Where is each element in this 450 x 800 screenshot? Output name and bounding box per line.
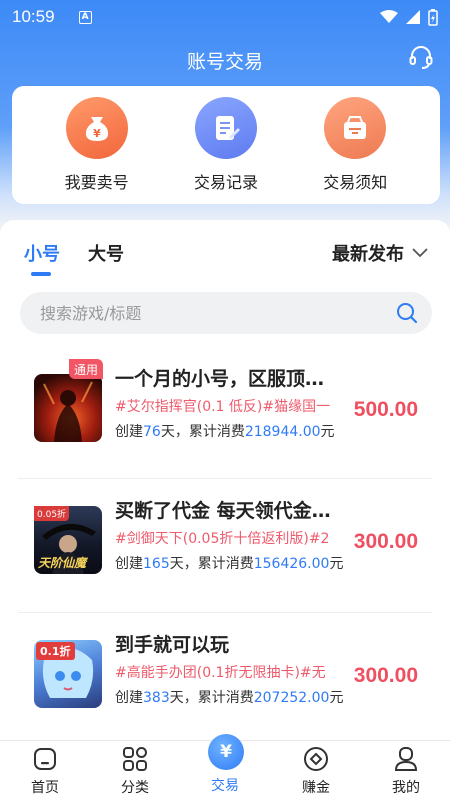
profile-icon bbox=[392, 745, 420, 773]
listing-spent: 207252.00 bbox=[253, 690, 330, 706]
tab-small-account[interactable]: 小号 bbox=[24, 240, 60, 266]
sort-label: 最新发布 bbox=[332, 244, 404, 265]
listing-tags: #艾尔指挥官(0.1 低反)#猫缘国一 bbox=[115, 399, 331, 415]
quick-action-notice[interactable]: 交易须知 bbox=[305, 97, 405, 193]
game-logo-text: 天阶仙魔 bbox=[38, 556, 87, 570]
listing-stats: 创建383天，累计消费207252.00元 bbox=[115, 690, 344, 706]
svg-text:¥: ¥ bbox=[93, 127, 101, 140]
listing-price: 300.00 bbox=[353, 530, 418, 553]
listing-stats: 创建76天，累计消费218944.00元 bbox=[115, 424, 335, 440]
game-thumbnail bbox=[34, 374, 102, 442]
listing-spent: 218944.00 bbox=[244, 424, 321, 440]
listing-days: 383 bbox=[143, 690, 170, 706]
customer-service-icon[interactable] bbox=[408, 44, 434, 70]
nav-earn-label: 赚金 bbox=[302, 780, 330, 796]
listing-days: 165 bbox=[143, 556, 170, 572]
search-bar[interactable] bbox=[20, 292, 432, 334]
quick-actions-card: ¥ 我要卖号 交易记录 交易须知 bbox=[12, 86, 440, 204]
sort-dropdown[interactable]: 最新发布 bbox=[332, 240, 428, 266]
quick-action-notice-label: 交易须知 bbox=[323, 173, 388, 192]
category-icon bbox=[121, 745, 149, 773]
listing-tags: #剑御天下(0.05折十倍返利版)#2 bbox=[115, 531, 330, 547]
nav-home[interactable]: 首页 bbox=[10, 745, 80, 797]
nav-profile[interactable]: 我的 bbox=[371, 745, 441, 797]
listing-days: 76 bbox=[143, 424, 161, 440]
nav-category[interactable]: 分类 bbox=[100, 745, 170, 797]
listing-price: 300.00 bbox=[353, 664, 418, 687]
status-bar: 10:59 A bbox=[0, 0, 450, 34]
search-input[interactable] bbox=[40, 303, 396, 323]
listing-item[interactable]: 0.05折 天阶仙魔 买断了代金 每天领代金… #剑御天下(0.05折十倍返利版… bbox=[0, 482, 450, 612]
page-title: 账号交易 bbox=[186, 50, 263, 73]
nav-trade[interactable]: 交易 bbox=[190, 771, 260, 795]
discount-badge: 0.1折 bbox=[36, 642, 75, 660]
nav-earn[interactable]: 赚金 bbox=[281, 745, 351, 797]
quick-action-records-label: 交易记录 bbox=[193, 173, 258, 192]
signal-icon bbox=[406, 10, 420, 24]
chevron-down-icon bbox=[412, 248, 428, 258]
tab-bar: 小号 大号 最新发布 bbox=[0, 220, 450, 280]
notice-box-icon bbox=[324, 97, 387, 159]
nav-home-label: 首页 bbox=[31, 780, 59, 796]
listing-item[interactable]: 通用 一个月的小号，区服顶… #艾尔指挥官(0.1 低反)#猫缘国一 创建76天… bbox=[0, 350, 450, 480]
listing-stats: 创建165天，累计消费156426.00元 bbox=[115, 556, 344, 572]
document-edit-icon bbox=[194, 97, 257, 159]
search-icon[interactable] bbox=[396, 302, 418, 324]
discount-badge: 0.05折 bbox=[34, 506, 70, 521]
listing-title: 到手就可以玩 bbox=[115, 634, 230, 656]
moneybag-icon: ¥ bbox=[65, 97, 128, 159]
trade-yen-icon[interactable]: ¥ bbox=[208, 734, 244, 770]
listing-title: 一个月的小号，区服顶… bbox=[115, 368, 325, 390]
tab-indicator bbox=[31, 272, 51, 276]
notification-a-icon: A bbox=[78, 10, 92, 24]
earn-coin-icon bbox=[302, 745, 330, 773]
nav-trade-label: 交易 bbox=[211, 778, 239, 794]
status-time: 10:59 bbox=[12, 7, 55, 26]
divider bbox=[18, 612, 432, 613]
listing-price: 500.00 bbox=[353, 398, 418, 421]
quick-action-sell[interactable]: ¥ 我要卖号 bbox=[47, 97, 147, 193]
listing-panel: 小号 大号 最新发布 通用 一个月的小号，区服顶… #艾尔指挥官(0.1 低反)… bbox=[0, 220, 450, 740]
wifi-icon bbox=[380, 10, 398, 23]
quick-action-records[interactable]: 交易记录 bbox=[176, 97, 276, 193]
listing-title: 买断了代金 每天领代金… bbox=[115, 500, 331, 522]
nav-category-label: 分类 bbox=[121, 780, 149, 796]
divider bbox=[18, 478, 432, 479]
universal-tag-badge: 通用 bbox=[69, 359, 103, 379]
nav-profile-label: 我的 bbox=[392, 780, 420, 796]
quick-action-sell-label: 我要卖号 bbox=[64, 173, 129, 192]
home-icon bbox=[31, 745, 59, 773]
listing-tags: #高能手办团(0.1折无限抽卡)#无 bbox=[115, 665, 326, 681]
battery-icon bbox=[428, 8, 438, 26]
tab-big-account[interactable]: 大号 bbox=[88, 240, 124, 266]
listing-spent: 156426.00 bbox=[253, 556, 330, 572]
